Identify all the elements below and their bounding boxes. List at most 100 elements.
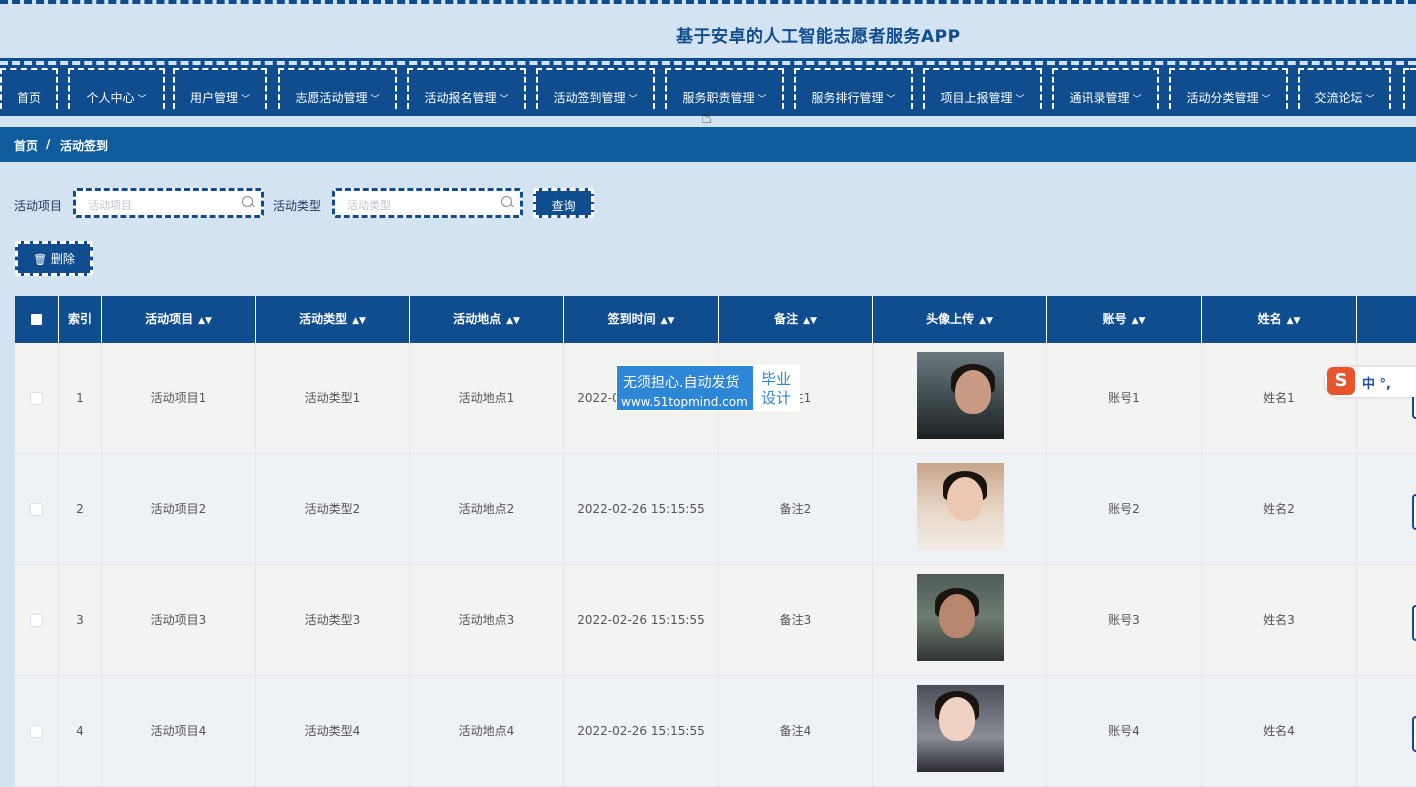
column-label: 活动项目 <box>145 312 194 326</box>
avatar[interactable] <box>917 685 1004 772</box>
row-checkbox[interactable] <box>30 725 43 738</box>
select-all-checkbox[interactable] <box>31 314 42 325</box>
column-label: 签到时间 <box>607 312 656 326</box>
header-bar: 基于安卓的人工智能志愿者服务APP <box>0 0 1416 58</box>
avatar-cell <box>873 343 1047 453</box>
type-search-field[interactable] <box>332 188 523 218</box>
avatar[interactable] <box>917 352 1004 439</box>
search-icon <box>242 196 253 207</box>
search-icon <box>501 196 512 207</box>
query-button-label: 查询 <box>551 199 576 213</box>
avatar-cell <box>873 565 1047 675</box>
column-header-name[interactable]: 姓名 ▲▼ <box>1202 296 1357 343</box>
cell-location: 活动地点3 <box>410 565 564 675</box>
chevron-down-icon: ﹀ <box>499 95 509 105</box>
nav-item-overflow[interactable] <box>1403 68 1416 109</box>
query-button[interactable]: 查询 <box>533 188 594 218</box>
ime-mode-text[interactable]: 中 °, <box>1362 373 1391 392</box>
column-header-avatar[interactable]: 头像上传 ▲▼ <box>873 296 1047 343</box>
sort-icon[interactable]: ▲▼ <box>1287 316 1301 326</box>
nav-item-label: 志愿活动管理 <box>295 91 368 105</box>
table-row[interactable]: 4 活动项目4 活动类型4 活动地点4 2022-02-26 15:15:55 备注4 账号… <box>15 676 1416 787</box>
nav-item-1[interactable]: 个人中心 ﹀ <box>68 68 165 109</box>
cell-project: 活动项目3 <box>102 565 256 675</box>
column-label: 头像上传 <box>926 312 975 326</box>
breadcrumb-home[interactable]: 首页 <box>14 137 38 154</box>
table-header: 索引 活动项目 ▲▼ 活动类型 ▲▼ 活动地点 ▲▼ 签到时间 ▲▼ 备注 ▲▼ 头像上传… <box>15 296 1416 343</box>
cell-index: 2 <box>59 454 102 564</box>
nav-item-label: 活动签到管理 <box>553 91 626 105</box>
cell-type: 活动类型1 <box>256 343 410 453</box>
hand-cursor-icon: ☝ <box>701 107 712 128</box>
type-search-input[interactable] <box>345 194 489 216</box>
select-all-cell[interactable] <box>15 296 59 343</box>
nav-item-7[interactable]: 服务排行管理 ﹀ <box>794 68 913 109</box>
nav-item-label: 首页 <box>16 91 41 105</box>
nav-item-8[interactable]: 项目上报管理 ﹀ <box>923 68 1042 109</box>
nav-item-label: 服务职责管理 <box>682 91 755 105</box>
nav-item-5[interactable]: 活动签到管理 ﹀ <box>536 68 655 109</box>
table-row[interactable]: 2 活动项目2 活动类型2 活动地点2 2022-02-26 15:15:55 备注2 账号… <box>15 454 1416 565</box>
sort-icon[interactable]: ▲▼ <box>661 316 675 326</box>
cell-project: 活动项目1 <box>102 343 256 453</box>
row-action-button[interactable] <box>1412 605 1416 641</box>
project-search-field[interactable] <box>73 188 264 218</box>
row-checkbox[interactable] <box>30 392 43 405</box>
cell-time: 2022-02-26 15:15:55 <box>564 565 719 675</box>
nav-item-label: 通讯录管理 <box>1069 91 1130 105</box>
column-header-note[interactable]: 备注 ▲▼ <box>719 296 873 343</box>
column-header-time[interactable]: 签到时间 ▲▼ <box>564 296 719 343</box>
sort-icon[interactable]: ▲▼ <box>198 316 212 326</box>
row-action-button[interactable] <box>1412 716 1416 752</box>
nav-item-0[interactable]: 首页 <box>0 68 58 109</box>
nav-item-11[interactable]: 交流论坛 ﹀ <box>1298 68 1391 109</box>
chevron-down-icon: ﹀ <box>1015 95 1025 105</box>
cell-time: 2022-02-26 15:15:55 <box>564 454 719 564</box>
trash-icon: 🗑 <box>33 253 48 266</box>
avatar-cell <box>873 454 1047 564</box>
nav-item-10[interactable]: 活动分类管理 ﹀ <box>1169 68 1288 109</box>
delete-button-label: 删除 <box>50 252 75 266</box>
chevron-down-icon: ﹀ <box>1261 95 1271 105</box>
sort-icon[interactable]: ▲▼ <box>803 316 817 326</box>
watermark-line1: 无须担心.自动发货 <box>623 375 740 391</box>
column-header-project[interactable]: 活动项目 ▲▼ <box>102 296 256 343</box>
avatar[interactable] <box>917 574 1004 661</box>
sort-icon[interactable]: ▲▼ <box>506 316 520 326</box>
cell-type: 活动类型3 <box>256 565 410 675</box>
sort-icon[interactable]: ▲▼ <box>352 316 366 326</box>
row-checkbox[interactable] <box>30 503 43 516</box>
project-search-input[interactable] <box>86 194 230 216</box>
sogou-logo-icon[interactable]: S <box>1327 367 1355 395</box>
avatar[interactable] <box>917 463 1004 550</box>
column-header-type[interactable]: 活动类型 ▲▼ <box>256 296 410 343</box>
nav-item-6[interactable]: 服务职责管理 ﹀ <box>665 68 784 109</box>
cell-type: 活动类型4 <box>256 676 410 786</box>
nav-item-9[interactable]: 通讯录管理 ﹀ <box>1052 68 1159 109</box>
breadcrumb: 首页 / 活动签到 <box>0 127 1416 162</box>
watermark-line2: www.51topmind.com <box>621 395 748 409</box>
cell-name: 姓名3 <box>1202 565 1357 675</box>
watermark-badge-line2: 设计 <box>760 389 791 407</box>
chevron-down-icon: ﹀ <box>241 95 251 105</box>
sort-icon[interactable]: ▲▼ <box>1132 316 1146 326</box>
chevron-down-icon: ﹀ <box>757 95 767 105</box>
cell-note: 备注2 <box>719 454 873 564</box>
table-row[interactable]: 3 活动项目3 活动类型3 活动地点3 2022-02-26 15:15:55 备注3 账号… <box>15 565 1416 676</box>
row-select-cell <box>15 676 59 786</box>
cell-account: 账号3 <box>1047 565 1202 675</box>
cell-index: 1 <box>59 343 102 453</box>
column-header-location[interactable]: 活动地点 ▲▼ <box>410 296 564 343</box>
row-checkbox[interactable] <box>30 614 43 627</box>
delete-button[interactable]: 🗑 删除 <box>15 241 93 276</box>
watermark-badge-line1: 毕业 <box>760 370 791 388</box>
nav-item-3[interactable]: 志愿活动管理 ﹀ <box>278 68 397 109</box>
row-action-button[interactable] <box>1412 494 1416 530</box>
ime-toolbar[interactable]: S 中 °, <box>1325 367 1416 397</box>
nav-item-4[interactable]: 活动报名管理 ﹀ <box>407 68 526 109</box>
column-header-index: 索引 <box>59 296 102 343</box>
column-header-account[interactable]: 账号 ▲▼ <box>1047 296 1202 343</box>
sort-icon[interactable]: ▲▼ <box>979 316 993 326</box>
nav-item-2[interactable]: 用户管理 ﹀ <box>173 68 267 109</box>
nav-item-label: 项目上报管理 <box>940 91 1013 105</box>
